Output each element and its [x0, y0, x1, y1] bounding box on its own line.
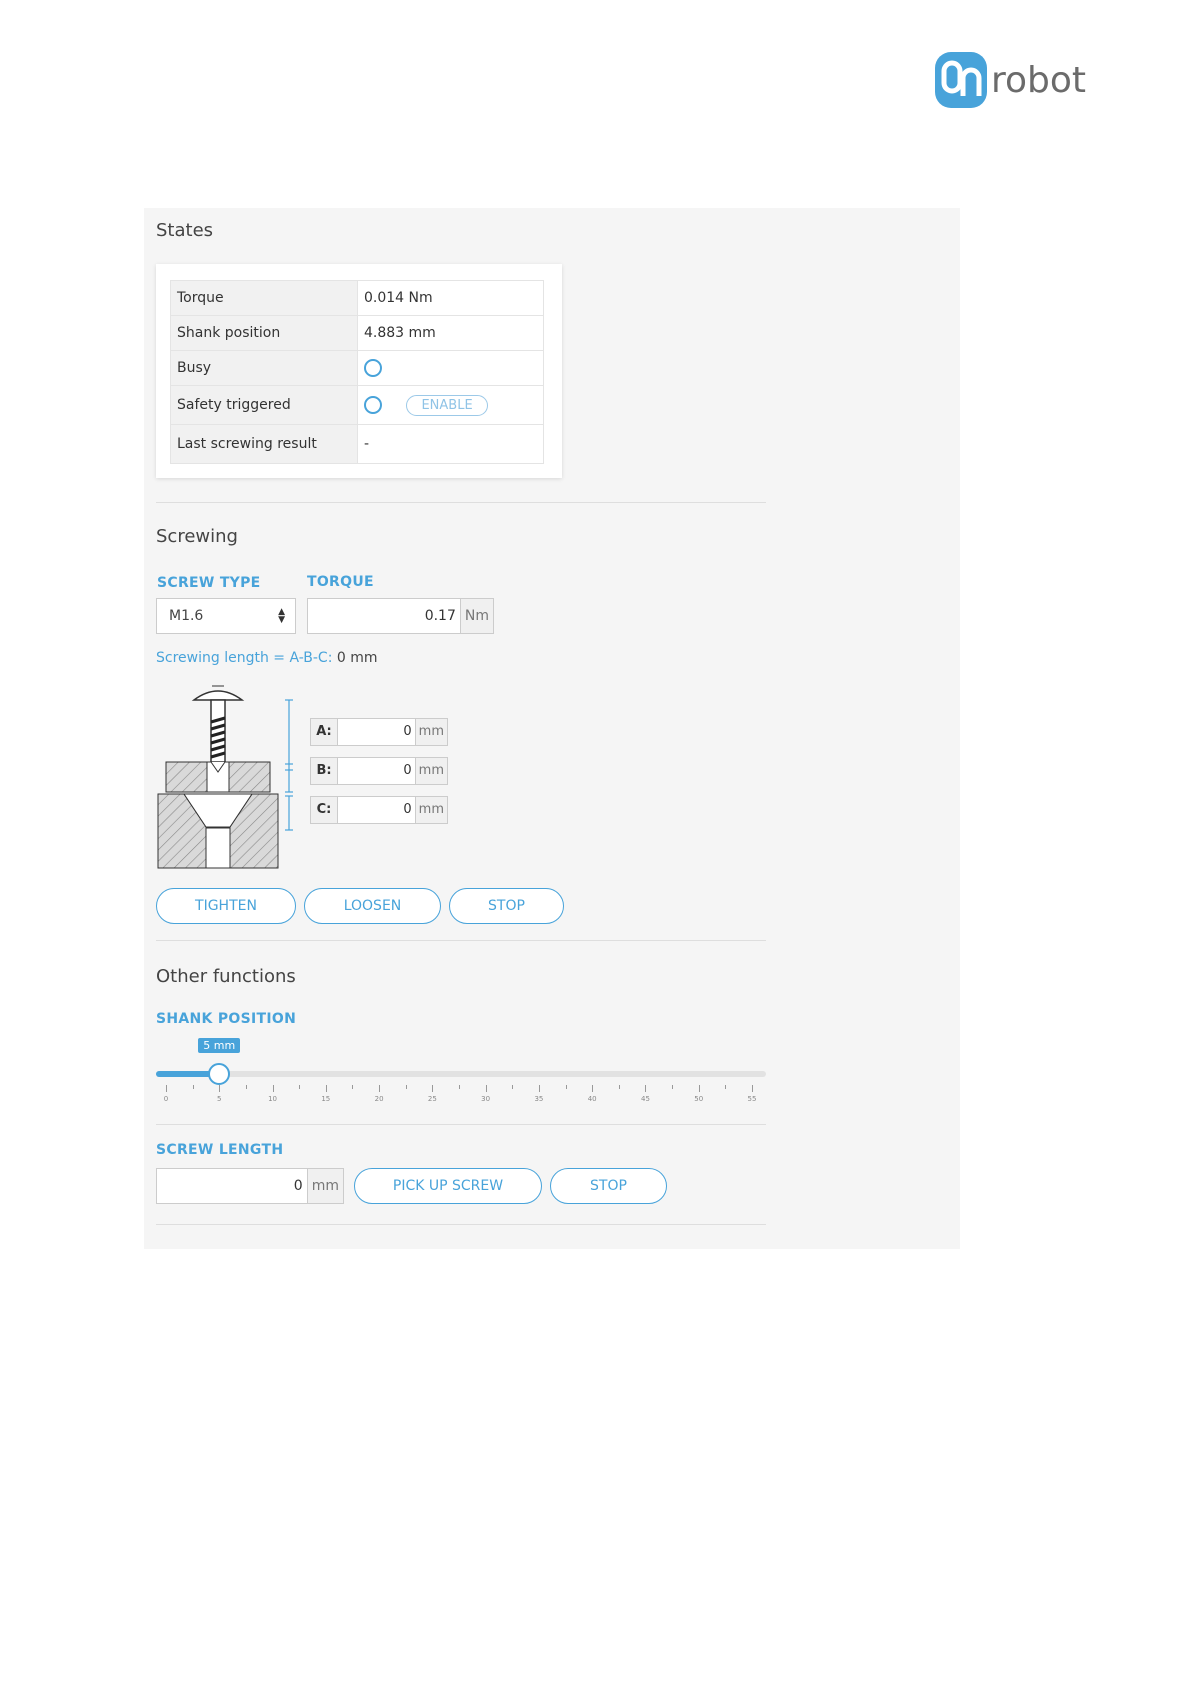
torque-input[interactable]: 0.17 Nm: [307, 598, 494, 634]
formula-result: 0 mm: [336, 650, 378, 666]
slider-tick: [645, 1085, 647, 1092]
safety-indicator-icon: [364, 396, 382, 414]
table-row: Torque 0.014 Nm: [170, 280, 544, 316]
slider-tick: [272, 1085, 274, 1092]
slider-tick: [752, 1085, 753, 1092]
slider-value-bubble: 5 mm: [198, 1038, 241, 1053]
dim-a-unit: mm: [414, 719, 447, 745]
safety-triggered-label: Safety triggered: [170, 385, 358, 425]
dim-b-unit: mm: [414, 758, 447, 784]
screw-length-value[interactable]: 0: [157, 1169, 307, 1203]
slider-tick: [192, 1085, 194, 1089]
slider-tick-label: 10: [268, 1095, 277, 1103]
logo-badge: [935, 52, 987, 108]
shank-position-label: Shank position: [170, 315, 358, 351]
screw-length-label: SCREW LENGTH: [156, 1142, 284, 1158]
torque-label: TORQUE: [307, 574, 374, 590]
slider-tick-label: 55: [747, 1095, 757, 1103]
slider-tick-label: 40: [587, 1095, 597, 1103]
states-table: Torque 0.014 Nm Shank position 4.883 mm …: [170, 280, 544, 464]
dim-c-input[interactable]: C: 0 mm: [310, 796, 448, 824]
shank-position-value: 4.883 mm: [357, 315, 544, 351]
dim-b-input[interactable]: B: 0 mm: [310, 757, 448, 785]
slider-tick: [485, 1085, 487, 1092]
slider-track[interactable]: [156, 1071, 766, 1077]
shank-position-label: SHANK POSITION: [156, 1011, 297, 1027]
screw-type-value: M1.6: [169, 608, 204, 624]
busy-indicator-icon: [364, 359, 382, 377]
screw-length-unit: mm: [306, 1169, 343, 1203]
dim-c-label: C:: [311, 797, 338, 823]
formula-label: Screwing length = A-B-C:: [156, 650, 333, 666]
table-row: Safety triggered ENABLE: [170, 385, 544, 425]
slider-tick: [672, 1085, 674, 1089]
dim-b-value[interactable]: 0: [338, 758, 415, 784]
screw-length-input[interactable]: 0 mm: [156, 1168, 344, 1204]
other-stop-button[interactable]: STOP: [550, 1168, 667, 1204]
slider-tick: [512, 1085, 514, 1089]
slider-tick: [538, 1085, 540, 1092]
torque-label: Torque: [170, 280, 358, 316]
slider-tick: [245, 1085, 247, 1089]
slider-tick: [618, 1085, 620, 1089]
loosen-button[interactable]: LOOSEN: [304, 888, 441, 924]
enable-button[interactable]: ENABLE: [406, 394, 488, 416]
last-screwing-result-value: -: [357, 424, 544, 464]
states-title: States: [156, 220, 214, 241]
table-row: Busy: [170, 350, 544, 386]
torque-unit: Nm: [459, 599, 493, 633]
screwing-length-formula: Screwing length = A-B-C: 0 mm: [156, 650, 378, 666]
screwing-title: Screwing: [156, 526, 238, 547]
dim-a-value[interactable]: 0: [338, 719, 415, 745]
other-functions-title: Other functions: [156, 966, 296, 987]
slider-tick-label: 15: [321, 1095, 331, 1103]
dim-c-value[interactable]: 0: [338, 797, 415, 823]
divider: [156, 940, 766, 941]
slider-tick: [405, 1085, 407, 1089]
slider-tick: [725, 1085, 727, 1089]
table-row: Shank position 4.883 mm: [170, 315, 544, 351]
onrobot-logo: robot: [935, 50, 1086, 110]
screw-type-label: SCREW TYPE: [157, 575, 261, 591]
slider-tick: [565, 1085, 567, 1089]
screw-type-select[interactable]: M1.6 ▲ ▼: [156, 598, 296, 634]
dim-a-label: A:: [311, 719, 338, 745]
slider-tick-label: 50: [694, 1095, 704, 1103]
slider-tick: [379, 1085, 381, 1092]
slider-tick-label: 0: [163, 1095, 169, 1103]
screwing-stop-button[interactable]: STOP: [449, 888, 564, 924]
slider-tick: [432, 1085, 434, 1092]
busy-label: Busy: [170, 350, 358, 386]
tighten-button[interactable]: TIGHTEN: [156, 888, 296, 924]
slider-tick-label: 20: [374, 1095, 384, 1103]
slider-tick: [299, 1085, 301, 1089]
slider-tick-label: 25: [427, 1095, 437, 1103]
dim-c-unit: mm: [414, 797, 447, 823]
dim-b-label: B:: [311, 758, 338, 784]
slider-tick-label: 30: [481, 1095, 491, 1103]
slider-tick: [352, 1085, 354, 1089]
slider-tick: [592, 1085, 594, 1092]
pick-up-screw-button[interactable]: PICK UP SCREW: [354, 1168, 542, 1204]
divider: [156, 1124, 766, 1125]
divider: [156, 1224, 766, 1225]
screw-diagram: [157, 685, 293, 869]
slider-tick-label: 35: [534, 1095, 544, 1103]
slider-tick-label: 5: [217, 1095, 222, 1103]
torque-input-value[interactable]: 0.17: [308, 599, 460, 633]
slider-tick: [166, 1085, 167, 1092]
states-card: Torque 0.014 Nm Shank position 4.883 mm …: [156, 264, 562, 478]
last-screwing-result-label: Last screwing result: [170, 424, 358, 464]
select-arrows-icon: ▲ ▼: [278, 607, 285, 625]
table-row: Last screwing result -: [170, 424, 544, 464]
slider-tick: [325, 1085, 327, 1092]
slider-tick-label: 45: [640, 1095, 650, 1103]
slider-tick: [219, 1085, 221, 1092]
divider: [156, 502, 766, 503]
slider-tick: [698, 1085, 700, 1092]
dim-a-input[interactable]: A: 0 mm: [310, 718, 448, 746]
torque-value: 0.014 Nm: [357, 280, 544, 316]
logo-text: robot: [991, 59, 1087, 101]
slider-tick: [459, 1085, 460, 1089]
